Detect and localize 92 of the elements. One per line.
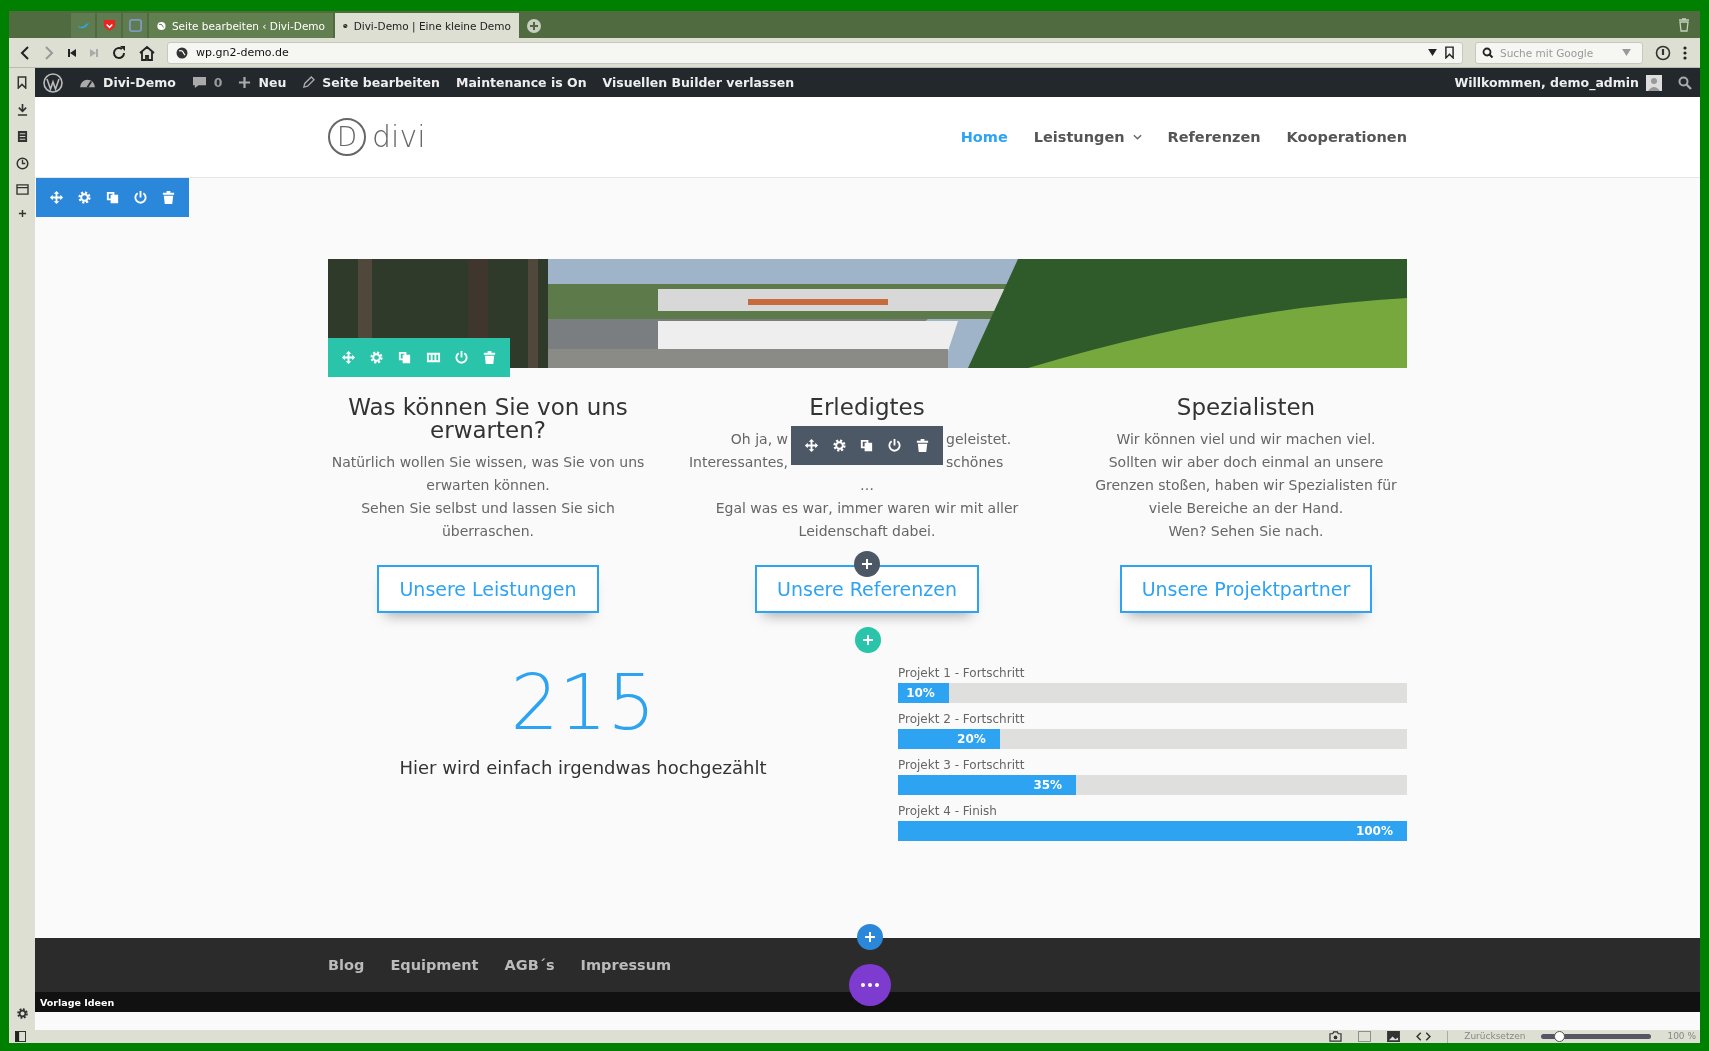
logo-text[interactable]: divi: [372, 122, 426, 152]
code-icon[interactable]: [1416, 1031, 1432, 1042]
search-icon: [1482, 46, 1496, 59]
edit-link[interactable]: Seite bearbeiten: [302, 68, 440, 97]
site-link[interactable]: Divi-Demo: [79, 68, 176, 97]
column-heading: Was können Sie von uns erwarten?: [347, 396, 629, 442]
power-icon[interactable]: [887, 438, 903, 453]
search-icon[interactable]: [1678, 75, 1692, 90]
body-text: geleistet.: [946, 430, 1013, 449]
rewind-icon[interactable]: [67, 47, 77, 58]
progress-fill: 35%: [898, 775, 1077, 795]
comments-link[interactable]: 0: [191, 68, 223, 97]
add-icon[interactable]: [854, 551, 880, 577]
settings-icon[interactable]: [15, 1007, 29, 1020]
column-heading: Spezialisten: [1176, 396, 1316, 419]
dropdown-icon[interactable]: [1428, 49, 1437, 56]
browser-tab[interactable]: Seite bearbeiten ‹ Divi-Demo: [149, 13, 333, 38]
admin-link[interactable]: Visuellen Builder verlassen: [602, 68, 795, 97]
body-text: Oh ja, w: [729, 430, 788, 449]
progress-fill: 10%: [898, 683, 949, 703]
square-icon: [128, 19, 142, 32]
body-text: Sehen Sie selbst und lassen Sie sich überraschen.: [360, 499, 616, 541]
counter-number: 215: [509, 661, 657, 745]
camera-icon[interactable]: [1329, 1031, 1343, 1042]
body-text: Egal was es war, immer waren wir mit aller Leidenschaft dabei.: [714, 499, 1020, 541]
wordpress-logo-icon[interactable]: [43, 72, 63, 93]
power-icon[interactable]: [133, 190, 148, 205]
bar-label: Projekt 2 - Fortschritt: [898, 711, 1026, 728]
back-icon[interactable]: [19, 45, 31, 60]
progress-fill: 100%: [898, 821, 1407, 841]
comment-icon: [191, 76, 207, 89]
new-tab-icon[interactable]: [527, 19, 541, 33]
trash-icon[interactable]: [915, 438, 931, 453]
body-text: Natürlich wollen Sie wissen, was Sie von uns erwarten können.: [330, 453, 646, 495]
bar-label: Projekt 3 - Fortschritt: [898, 757, 1026, 774]
nav-link[interactable]: Kooperationen: [1286, 129, 1407, 145]
plus-icon: [238, 76, 252, 89]
duplicate-icon[interactable]: [105, 190, 120, 205]
body-text: Wen? Sehen Sie nach.: [1167, 522, 1325, 541]
globe-icon: [157, 19, 166, 32]
zoom-slider[interactable]: [1541, 1034, 1652, 1039]
more-icon[interactable]: [849, 964, 891, 1006]
nav-link[interactable]: Leistungen: [1033, 129, 1142, 145]
trash-icon[interactable]: [161, 190, 176, 205]
menu-icon[interactable]: [1683, 45, 1687, 60]
footer-link[interactable]: Equipment: [390, 957, 479, 973]
body-text: …: [859, 476, 875, 495]
download-icon[interactable]: [16, 103, 28, 116]
column-heading: Erledigtes: [809, 396, 925, 419]
settings-icon[interactable]: [831, 438, 847, 453]
bottom-text: Vorlage Ideen: [40, 996, 115, 1008]
progress-fill: 20%: [898, 729, 1000, 749]
bar-label: Projekt 1 - Fortschritt: [898, 665, 1026, 682]
image-icon[interactable]: [1387, 1031, 1401, 1042]
extension-icon[interactable]: [1655, 44, 1671, 61]
bookmark-icon[interactable]: [1445, 46, 1454, 59]
panel-toggle-icon[interactable]: [15, 1031, 26, 1042]
account-link[interactable]: Willkommen, demo_admin: [1454, 68, 1662, 97]
slider-thumb[interactable]: [1554, 1031, 1566, 1042]
browser-tab[interactable]: Divi-Demo | Eine kleine Demo: [335, 13, 519, 38]
bird-icon: [76, 20, 90, 31]
clock-icon[interactable]: [15, 157, 29, 170]
avatar-icon: [1646, 74, 1662, 91]
logo-mark[interactable]: D: [328, 118, 366, 156]
trash-icon[interactable]: [1678, 18, 1690, 32]
address-field[interactable]: wp.gn2-demo.de: [167, 41, 1463, 64]
window-icon[interactable]: [15, 184, 29, 195]
plus-icon[interactable]: [17, 209, 27, 218]
body-text: Sollten wir aber doch einmal an unsere Grenzen stoßen, haben wir Spezialisten für viele Bereiche an der Hand.: [1094, 453, 1398, 518]
nav-link[interactable]: Referenzen: [1167, 129, 1261, 145]
duplicate-icon[interactable]: [859, 438, 875, 453]
pencil-icon: [302, 76, 316, 89]
footer-link[interactable]: AGB´s: [504, 957, 555, 973]
bookmark-icon[interactable]: [17, 76, 27, 89]
shield-icon: [102, 19, 116, 32]
reload-icon[interactable]: [111, 44, 127, 61]
footer-link[interactable]: Blog: [328, 957, 365, 973]
body-text: schönes: [946, 453, 1005, 472]
body-text: Interessantes,: [687, 453, 788, 472]
move-icon[interactable]: [49, 190, 64, 205]
body-text: Wir können viel und wir machen viel.: [1115, 430, 1377, 449]
home-icon[interactable]: [139, 44, 155, 61]
admin-link[interactable]: Maintenance is On: [455, 68, 587, 97]
move-icon[interactable]: [803, 438, 819, 453]
new-link[interactable]: Neu: [238, 68, 287, 97]
globe-icon: [176, 46, 188, 59]
bar-label: Projekt 4 - Finish: [898, 803, 998, 820]
zoom-reading: 100 %: [1667, 1030, 1696, 1043]
notes-icon[interactable]: [16, 130, 28, 143]
counter-title: Hier wird einfach irgendwas hochgezählt: [398, 757, 768, 778]
footer-link[interactable]: Impressum: [580, 957, 672, 973]
add-section-icon[interactable]: [857, 924, 883, 950]
